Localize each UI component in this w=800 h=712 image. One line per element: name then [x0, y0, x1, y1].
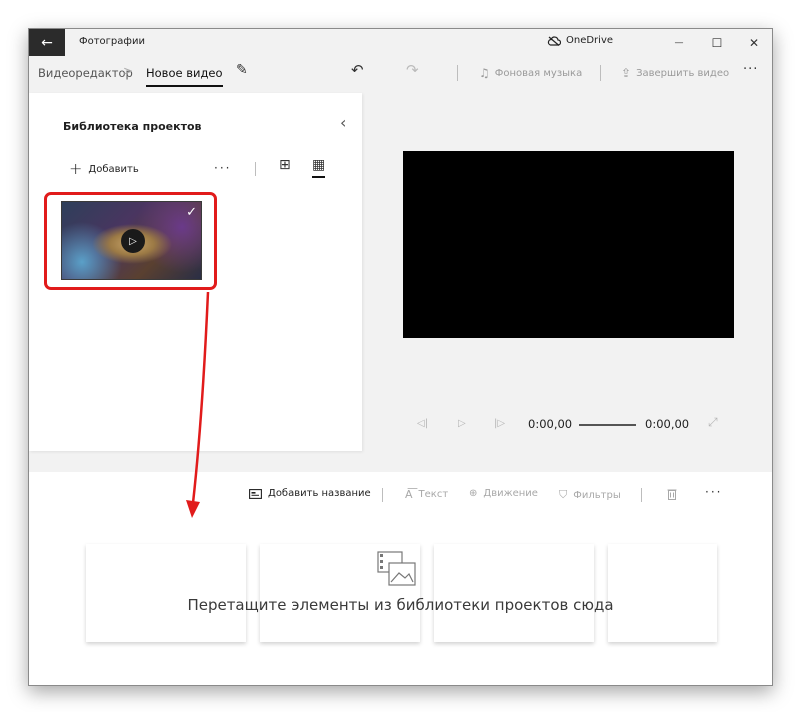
redo-icon[interactable]: ↷	[406, 61, 419, 79]
minimize-icon: —	[674, 37, 684, 48]
add-title-card-label: Добавить название	[268, 488, 371, 499]
rename-pencil-icon[interactable]: ✎	[236, 62, 248, 78]
breadcrumb-separator-icon: >	[123, 64, 134, 78]
storyboard-more-icon[interactable]: ···	[705, 485, 722, 499]
app-title: Фотографии	[79, 36, 145, 47]
motion-label: Движение	[483, 488, 538, 499]
add-media-label: Добавить	[88, 163, 139, 175]
back-button[interactable]: ←	[29, 29, 65, 56]
close-icon: ✕	[748, 35, 760, 50]
video-preview	[403, 151, 734, 338]
onedrive-button[interactable]: OneDrive	[547, 35, 613, 46]
maximize-icon: ☐	[711, 35, 723, 50]
fullscreen-expand-icon[interactable]: ⤢	[708, 415, 718, 430]
media-placeholder-icon	[377, 551, 416, 586]
divider	[600, 65, 601, 81]
total-time: 0:00,00	[645, 417, 690, 431]
play-icon: ▷	[129, 235, 137, 247]
library-more-icon[interactable]: ···	[214, 161, 231, 175]
more-options-icon[interactable]: ···	[743, 62, 758, 77]
breadcrumb-video-editor[interactable]: Видеоредактор	[38, 66, 133, 80]
undo-icon[interactable]: ↶	[351, 61, 364, 79]
media-thumbnail[interactable]: ▷ ✓	[61, 201, 202, 280]
play-button-icon[interactable]: ▷	[458, 418, 466, 429]
current-time: 0:00,00	[528, 417, 573, 431]
text-label: Текст	[418, 489, 449, 500]
title-card-icon	[249, 488, 262, 499]
minimize-button[interactable]: —	[659, 29, 699, 56]
divider	[255, 162, 256, 176]
seek-bar[interactable]	[579, 424, 636, 426]
divider	[382, 488, 383, 502]
share-export-icon: ⇪	[621, 66, 632, 80]
filters-label: Фильтры	[573, 489, 621, 501]
previous-frame-icon[interactable]: ◁|	[417, 418, 428, 429]
onedrive-label: OneDrive	[566, 35, 614, 46]
play-overlay-icon: ▷	[121, 229, 145, 253]
storyboard-slot[interactable]	[86, 544, 246, 642]
project-library-panel: Библиотека проектов ‹ + Добавить ··· ⊞ ▦…	[29, 93, 362, 451]
filters-button[interactable]: ⛉ Фильтры	[559, 488, 621, 502]
library-title: Библиотека проектов	[63, 120, 202, 133]
storyboard-panel: Добавить название A͞ Текст ⊕ Движение ⛉ …	[29, 472, 772, 685]
add-media-button[interactable]: + Добавить	[69, 161, 139, 177]
trash-icon	[667, 489, 677, 500]
music-note-icon: ♫	[479, 66, 490, 80]
text-button[interactable]: A͞ Текст	[405, 488, 448, 501]
photos-app-window: ← Фотографии OneDrive — ☐ ✕ Видеоредакто…	[28, 28, 773, 686]
back-arrow-icon: ←	[41, 34, 53, 51]
large-grid-view-icon[interactable]: ⊞	[279, 157, 291, 173]
plus-icon: +	[69, 159, 83, 178]
next-frame-icon[interactable]: |▷	[494, 418, 505, 429]
cloud-off-icon	[547, 35, 561, 46]
motion-icon: ⊕	[469, 488, 478, 499]
add-title-card-button[interactable]: Добавить название	[249, 488, 371, 499]
storyboard-slot[interactable]	[434, 544, 594, 642]
storyboard-drop-hint: Перетащите элементы из библиотеки проект…	[187, 596, 614, 614]
collapse-chevron-icon[interactable]: ‹	[340, 113, 346, 132]
maximize-button[interactable]: ☐	[697, 29, 737, 56]
motion-button[interactable]: ⊕ Движение	[469, 488, 538, 499]
title-bar: ← Фотографии OneDrive — ☐ ✕	[29, 29, 772, 56]
command-bar: Видеоредактор > Новое видео ✎ ↶ ↷ ♫ Фоно…	[29, 58, 772, 88]
storyboard-slot[interactable]	[608, 544, 717, 642]
selected-check-icon[interactable]: ✓	[186, 205, 197, 220]
breadcrumb-current-project: Новое видео	[146, 66, 223, 87]
divider	[457, 65, 458, 81]
small-grid-view-icon[interactable]: ▦	[312, 157, 326, 178]
finish-video-button[interactable]: ⇪ Завершить видео	[621, 66, 729, 80]
delete-button[interactable]	[667, 488, 677, 500]
divider	[641, 488, 642, 502]
background-music-label: Фоновая музыка	[494, 67, 583, 79]
text-icon: A͞	[405, 488, 413, 501]
finish-video-label: Завершить видео	[636, 67, 730, 79]
background-music-button[interactable]: ♫ Фоновая музыка	[479, 66, 582, 80]
close-button[interactable]: ✕	[734, 29, 772, 56]
filters-brush-icon: ⛉	[559, 488, 568, 501]
